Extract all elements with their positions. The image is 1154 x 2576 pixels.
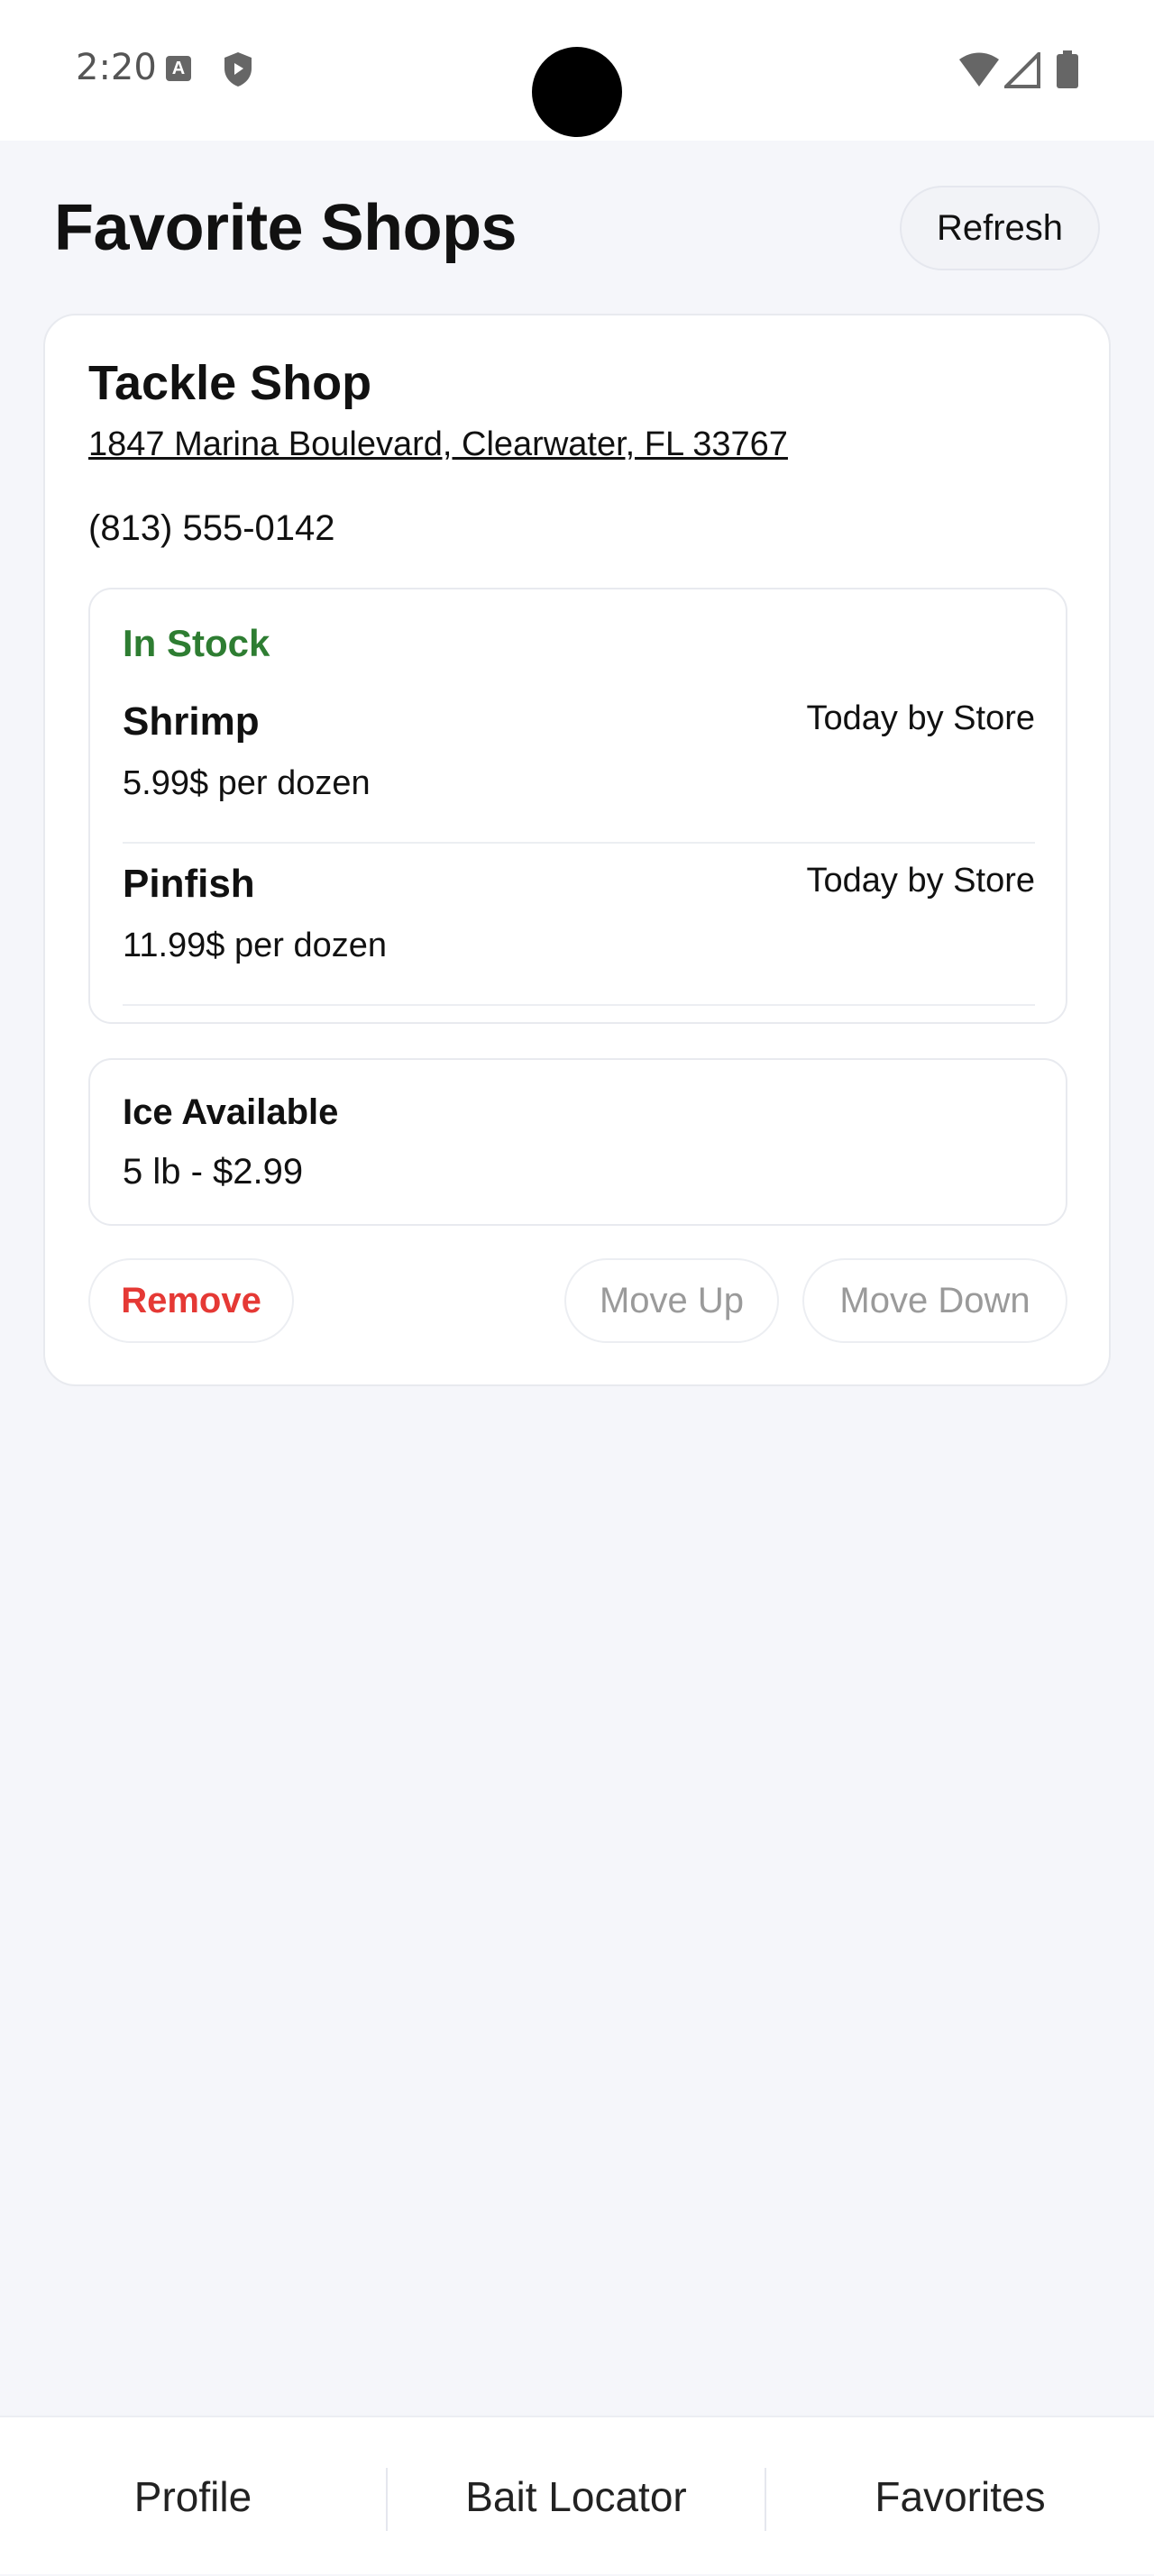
ice-title: Ice Available — [123, 1092, 339, 1132]
item-source: Today by Store — [806, 699, 1035, 737]
battery-icon — [1057, 50, 1078, 88]
page-title: Favorite Shops — [54, 192, 517, 264]
tab-favorites[interactable]: Favorites — [766, 2417, 1154, 2576]
move-down-button[interactable]: Move Down — [802, 1258, 1067, 1343]
item-source: Today by Store — [806, 862, 1035, 900]
signal-icon — [1004, 52, 1040, 88]
tab-profile[interactable]: Profile — [0, 2417, 386, 2576]
item-name: Pinfish — [123, 862, 255, 906]
status-time: 2:20 — [76, 47, 157, 88]
item-price: 11.99$ per dozen — [123, 927, 387, 964]
status-bar: 2:20 A — [0, 0, 1154, 141]
refresh-button[interactable]: Refresh — [900, 186, 1100, 270]
move-up-button[interactable]: Move Up — [564, 1258, 779, 1343]
list-item: Shrimp Today by Store 5.99$ per dozen — [123, 699, 1035, 844]
item-price: 5.99$ per dozen — [123, 764, 371, 802]
camera-cutout — [532, 47, 622, 137]
shop-card: Tackle Shop 1847 Marina Boulevard, Clear… — [43, 314, 1111, 1386]
stock-heading: In Stock — [123, 622, 270, 664]
tab-bait-locator[interactable]: Bait Locator — [388, 2417, 765, 2576]
bottom-nav: Profile Bait Locator Favorites — [0, 2416, 1154, 2574]
wifi-icon — [959, 52, 999, 87]
item-name: Shrimp — [123, 699, 260, 744]
shop-phone: (813) 555-0142 — [88, 508, 335, 548]
ice-section: Ice Available 5 lb - $2.99 — [88, 1058, 1067, 1226]
shop-address-link[interactable]: 1847 Marina Boulevard, Clearwater, FL 33… — [88, 425, 788, 464]
remove-button[interactable]: Remove — [88, 1258, 294, 1343]
list-item: Pinfish Today by Store 11.99$ per dozen — [123, 862, 1035, 1006]
a-icon: A — [166, 56, 191, 81]
shop-name: Tackle Shop — [88, 356, 372, 410]
shield-icon — [224, 52, 252, 87]
stock-section: In Stock Shrimp Today by Store 5.99$ per… — [88, 588, 1067, 1024]
ice-detail: 5 lb - $2.99 — [123, 1152, 304, 1192]
